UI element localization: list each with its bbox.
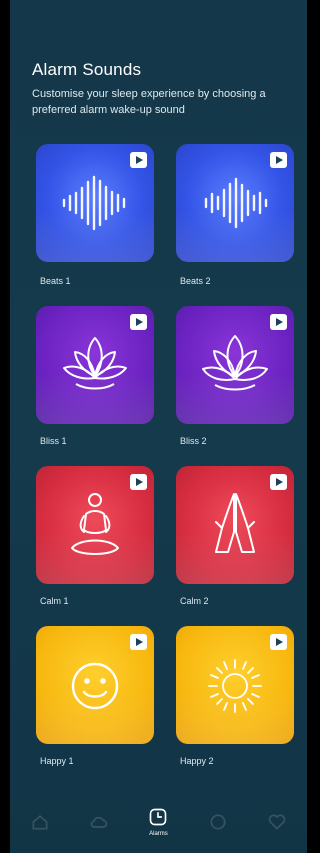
cloud-icon [90,816,108,828]
card-fog [36,690,154,744]
play-icon[interactable] [130,152,147,168]
sound-label: Happy 1 [40,756,74,766]
sound-card-happy-1[interactable] [36,626,154,744]
card-fog [176,690,294,744]
heart-icon [268,814,286,830]
sound-card-calm-2[interactable] [176,466,294,584]
clock-icon [150,808,167,826]
play-icon[interactable] [130,634,147,650]
play-icon[interactable] [270,474,287,490]
nav-item-alarms[interactable]: Alarms [133,797,183,847]
nav-item-home[interactable] [15,797,65,847]
sound-card-happy-2[interactable] [176,626,294,744]
sound-label: Bliss 2 [180,436,207,446]
page-title: Alarm Sounds [32,60,142,79]
play-icon[interactable] [270,152,287,168]
home-icon [32,815,48,830]
play-icon[interactable] [270,634,287,650]
sound-label: Beats 1 [40,276,71,286]
card-fog [176,208,294,262]
sound-card-beats-2[interactable] [176,144,294,262]
card-fog [36,208,154,262]
play-icon[interactable] [130,314,147,330]
globe-icon [210,814,226,830]
nav-item-stats[interactable] [193,797,243,847]
bottom-navigation: Alarms [10,791,307,853]
page-subtitle: Customise your sleep experience by choos… [32,88,266,116]
sound-card-bliss-2[interactable] [176,306,294,424]
play-icon[interactable] [270,314,287,330]
card-fog [36,530,154,584]
app-screen: Alarm Sounds Customise your sleep experi… [10,0,307,853]
sound-label: Beats 2 [180,276,211,286]
sound-label: Calm 1 [40,596,69,606]
card-fog [176,530,294,584]
sound-label: Happy 2 [180,756,214,766]
sound-card-beats-1[interactable] [36,144,154,262]
sound-label: Bliss 1 [40,436,67,446]
sound-label: Calm 2 [180,596,209,606]
nav-item-profile[interactable] [252,797,302,847]
play-icon[interactable] [130,474,147,490]
card-fog [36,370,154,424]
sound-card-calm-1[interactable] [36,466,154,584]
page-header: Alarm Sounds Customise your sleep experi… [32,60,292,118]
nav-item-sounds[interactable] [74,797,124,847]
card-fog [176,370,294,424]
sound-card-bliss-1[interactable] [36,306,154,424]
nav-label-alarms: Alarms [149,831,168,837]
